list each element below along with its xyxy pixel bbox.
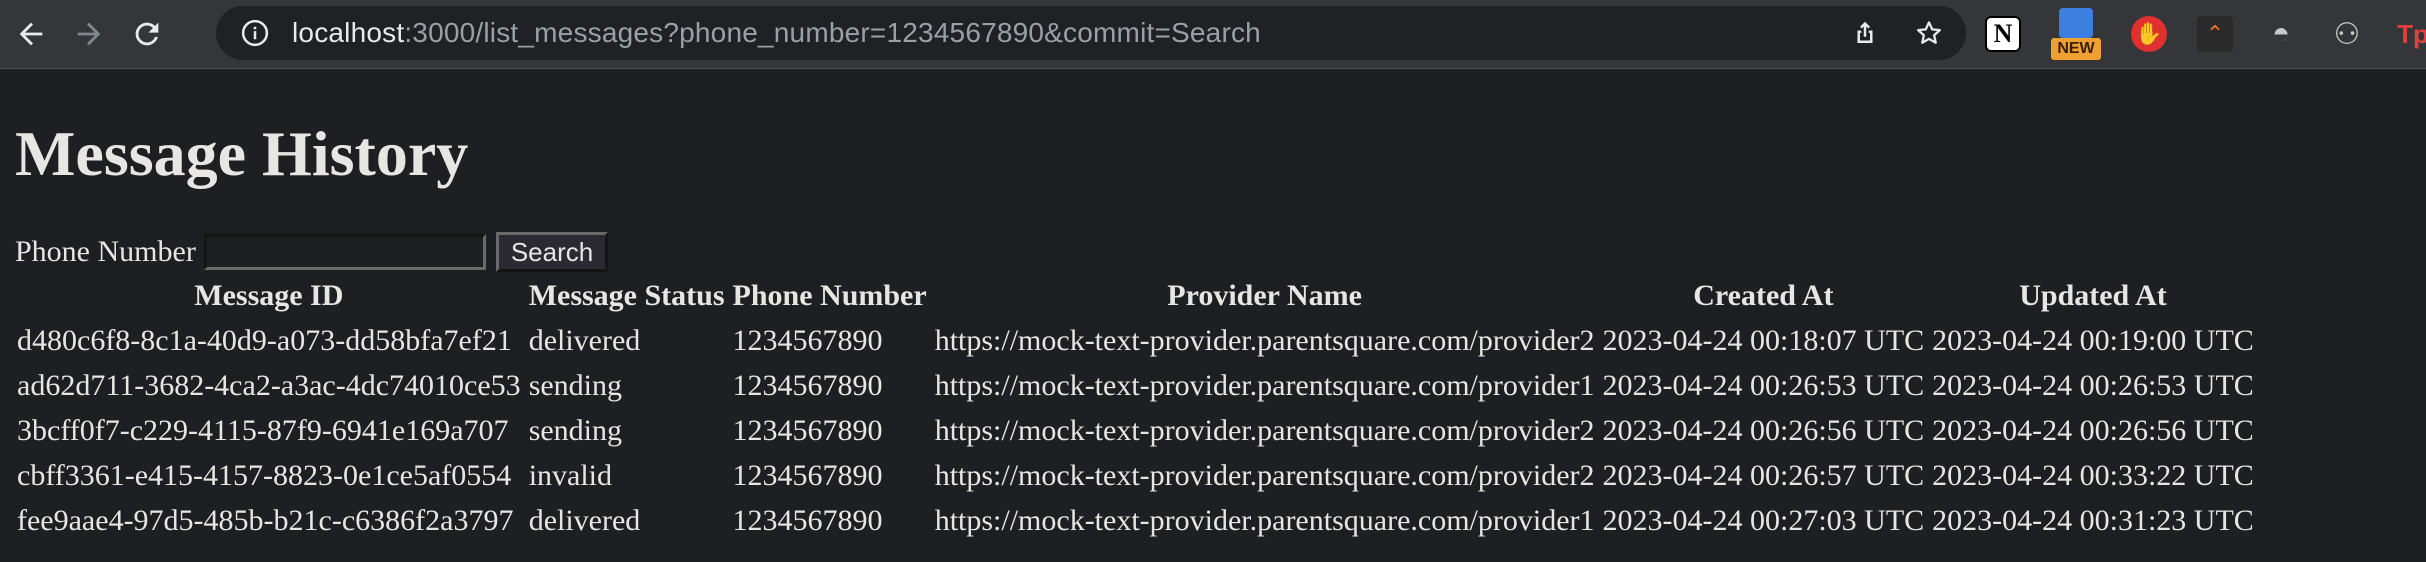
notion-extension-icon[interactable]: N xyxy=(1985,16,2021,52)
tp-extension-icon[interactable]: Tp xyxy=(2395,16,2426,52)
cell-message-id: d480c6f8-8c1a-40d9-a073-dd58bfa7ef21 xyxy=(17,323,512,357)
header-message-status: Message Status xyxy=(528,279,725,312)
cell-message-id: ad62d711-3682-4ca2-a3ac-4dc74010ce53 xyxy=(17,368,521,402)
address-bar[interactable]: localhost:3000/list_messages?phone_numbe… xyxy=(216,6,1966,60)
header-phone-number: Phone Number xyxy=(732,279,927,312)
site-info-icon[interactable] xyxy=(240,18,270,48)
phone-number-label: Phone Number xyxy=(15,235,196,268)
table-header-row: Message ID Message Status Phone Number P… xyxy=(15,274,2256,318)
new-extension-square xyxy=(2059,8,2093,38)
notion-letter: N xyxy=(1993,19,2013,48)
cell-updated-at: 2023-04-24 00:26:56 UTC xyxy=(1932,413,2254,447)
tp-label: Tp xyxy=(2397,18,2426,49)
cell-phone-number: 1234567890 xyxy=(732,323,883,357)
extensions-bar: N NEW ✋ ⌃ ◓ ⚇ Tp xyxy=(1985,0,2426,68)
cell-message-id: 3bcff0f7-c229-4115-87f9-6941e169a707 xyxy=(17,413,509,447)
table-row: 3bcff0f7-c229-4115-87f9-6941e169a707 sen… xyxy=(15,408,2256,453)
cell-provider-name: https://mock-text-provider.parentsquare.… xyxy=(934,413,1595,447)
browser-toolbar: localhost:3000/list_messages?phone_numbe… xyxy=(0,0,2426,69)
cell-message-status: invalid xyxy=(528,458,613,492)
cell-created-at: 2023-04-24 00:18:07 UTC xyxy=(1602,323,1925,357)
header-created-at: Created At xyxy=(1693,279,1834,312)
cell-phone-number: 1234567890 xyxy=(732,368,883,402)
new-extension-icon[interactable]: NEW xyxy=(2051,4,2101,64)
cell-provider-name: https://mock-text-provider.parentsquare.… xyxy=(934,458,1595,492)
search-button[interactable]: Search xyxy=(495,232,609,272)
cell-created-at: 2023-04-24 00:26:53 UTC xyxy=(1602,368,1925,402)
bookmark-star-icon[interactable] xyxy=(1914,18,1944,48)
cell-updated-at: 2023-04-24 00:31:23 UTC xyxy=(1932,503,2254,537)
cell-provider-name: https://mock-text-provider.parentsquare.… xyxy=(934,323,1595,357)
url-text: localhost:3000/list_messages?phone_numbe… xyxy=(292,17,1261,49)
chevrons-up-extension-icon[interactable]: ⌃ xyxy=(2197,16,2233,52)
url-host: localhost xyxy=(292,17,405,48)
cell-created-at: 2023-04-24 00:26:56 UTC xyxy=(1602,413,1925,447)
search-form: Phone Number Search xyxy=(15,232,2411,272)
page-title: Message History xyxy=(15,118,469,189)
forward-button[interactable] xyxy=(62,7,116,61)
helmet-extension-icon[interactable]: ◓ xyxy=(2263,16,2299,52)
back-arrow-icon xyxy=(19,22,43,46)
table-row: cbff3361-e415-4157-8823-0e1ce5af0554 inv… xyxy=(15,453,2256,498)
cell-provider-name: https://mock-text-provider.parentsquare.… xyxy=(934,368,1595,402)
cell-updated-at: 2023-04-24 00:19:00 UTC xyxy=(1932,323,2254,357)
page-content: Message History Phone Number Search Mess… xyxy=(0,69,2426,543)
share-icon[interactable] xyxy=(1850,18,1880,48)
cell-message-id: cbff3361-e415-4157-8823-0e1ce5af0554 xyxy=(17,458,512,492)
table-row: fee9aae4-97d5-485b-b21c-c6386f2a3797 del… xyxy=(15,498,2256,543)
cell-created-at: 2023-04-24 00:27:03 UTC xyxy=(1602,503,1925,537)
cell-phone-number: 1234567890 xyxy=(732,458,883,492)
forward-arrow-icon xyxy=(77,22,101,46)
cell-created-at: 2023-04-24 00:26:57 UTC xyxy=(1602,458,1925,492)
table-row: ad62d711-3682-4ca2-a3ac-4dc74010ce53 sen… xyxy=(15,363,2256,408)
cell-phone-number: 1234567890 xyxy=(732,503,883,537)
hand-stop-extension-icon[interactable]: ✋ xyxy=(2131,16,2167,52)
phone-number-input[interactable] xyxy=(203,234,486,270)
cell-message-status: delivered xyxy=(528,503,641,537)
cell-message-status: delivered xyxy=(528,323,641,357)
header-message-id: Message ID xyxy=(194,279,344,312)
messages-table: Message ID Message Status Phone Number P… xyxy=(11,274,2260,543)
cell-message-status: sending xyxy=(528,368,623,402)
cell-message-status: sending xyxy=(528,413,623,447)
cell-provider-name: https://mock-text-provider.parentsquare.… xyxy=(934,503,1595,537)
cell-message-id: fee9aae4-97d5-485b-b21c-c6386f2a3797 xyxy=(17,503,514,537)
cell-updated-at: 2023-04-24 00:26:53 UTC xyxy=(1932,368,2254,402)
reload-icon xyxy=(135,22,159,46)
url-path: :3000/list_messages?phone_number=1234567… xyxy=(404,17,1261,48)
header-provider-name: Provider Name xyxy=(1167,279,1362,312)
table-row: d480c6f8-8c1a-40d9-a073-dd58bfa7ef21 del… xyxy=(15,318,2256,363)
back-button[interactable] xyxy=(4,7,58,61)
reload-button[interactable] xyxy=(120,7,174,61)
cell-phone-number: 1234567890 xyxy=(732,413,883,447)
new-badge: NEW xyxy=(2051,38,2101,60)
cell-updated-at: 2023-04-24 00:33:22 UTC xyxy=(1932,458,2254,492)
glasses-extension-icon[interactable]: ⚇ xyxy=(2329,16,2365,52)
header-updated-at: Updated At xyxy=(2019,279,2167,312)
